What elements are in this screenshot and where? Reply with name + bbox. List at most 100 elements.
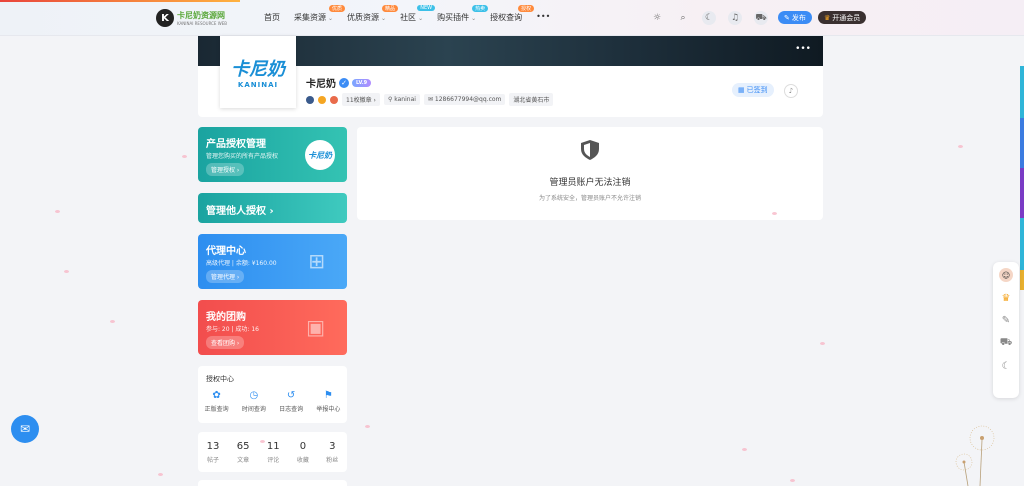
medal-icon	[306, 95, 314, 104]
chevron-down-icon: ⌄	[471, 15, 477, 22]
top-header: K 卡尼奶资源网 KANINAI RESOURCE WEB 首页 采集资源 ⌄ 优质优…	[0, 0, 1024, 36]
manage-auth-button[interactable]: 管理授权 ›	[206, 163, 245, 176]
lightbulb-icon[interactable]: ☼	[650, 11, 664, 25]
petal-decoration	[110, 320, 115, 323]
agent-center-card[interactable]: 代理中心 高级代理 | 余额: ¥160.00 管理代理 › ⊞	[198, 234, 347, 289]
stat-item-0[interactable]: 13 帖子	[207, 441, 220, 464]
nav-item-0[interactable]: 首页	[264, 12, 280, 23]
auth-center-title: 授权中心	[206, 375, 234, 383]
nav-item-2[interactable]: 优质资源 ⌄ 精品	[347, 5, 399, 23]
search-icon[interactable]: ⌕	[676, 11, 690, 25]
logo-text: 卡尼奶资源网	[177, 11, 225, 20]
logo-mark-icon: K	[156, 9, 174, 27]
main-nav: 首页 采集资源 ⌄ 优质 优质资源 ⌄ 精品 社区 ⌄ NEW 购买插件 ⌄ 热卖 授权查询 授权 •••	[264, 5, 550, 23]
cart-icon[interactable]: ⛟	[754, 11, 768, 25]
nav-item-4[interactable]: 购买插件 ⌄ 热卖	[437, 5, 489, 23]
nav-item-label: 购买插件	[437, 13, 470, 22]
view-group-button[interactable]: 查看团购 ›	[206, 336, 245, 349]
chat-bubble-icon[interactable]: ✉	[11, 415, 39, 443]
group-buy-card[interactable]: 我的团购 参与: 20 | 成功: 16 查看团购 › ▣	[198, 300, 347, 355]
petal-decoration	[772, 212, 777, 215]
nav-item-5[interactable]: 授权查询 授权	[490, 5, 535, 23]
bell-icon[interactable]: ♫	[728, 11, 742, 25]
chevron-down-icon: ⌄	[328, 15, 334, 22]
nav-item-label: 首页	[264, 13, 280, 22]
stat-item-1[interactable]: 65 文章	[237, 441, 250, 464]
group-buy-title: 我的团购	[206, 312, 246, 323]
auth-item-icon: ⚑	[323, 390, 333, 401]
product-auth-sub: 管理您购买的所有产品授权	[206, 153, 279, 160]
auth-center-item-1[interactable]: ◷ 时间查询	[242, 390, 266, 413]
nav-item-label: 优质资源	[347, 13, 380, 22]
manage-agent-button[interactable]: 管理代理 ›	[206, 270, 245, 283]
agent-center-sub: 高级代理 | 余额: ¥160.00	[206, 260, 277, 267]
stat-number: 13	[206, 440, 220, 452]
nav-item-label: •••	[536, 12, 551, 21]
nav-badge: 优质	[329, 5, 346, 12]
moon-icon[interactable]: ☾	[1002, 361, 1011, 372]
nav-item-6[interactable]: •••	[536, 12, 550, 23]
petal-decoration	[64, 270, 69, 273]
verified-icon: ✓	[339, 77, 349, 88]
level-badge: LV.9	[352, 78, 372, 87]
stat-number: 3	[329, 440, 336, 452]
notice-subtitle: 为了系统安全，管理员账户不允许注销	[538, 195, 641, 202]
badges-count[interactable]: 11枚徽章 ›	[342, 93, 380, 106]
gift-icon: ▣	[306, 315, 325, 339]
crown-medal-icon	[318, 95, 326, 104]
floating-toolbar: ☺ ♛ ✎ ⛟ ☾	[993, 262, 1019, 398]
stat-number: 0	[299, 440, 307, 452]
stat-item-3[interactable]: 0 收藏	[297, 441, 309, 464]
account-notice-panel: 管理员账户无法注销 为了系统安全，管理员账户不允许注销	[357, 127, 823, 220]
nav-badge: 热卖	[472, 5, 489, 12]
email-pill: ✉ 1286677994@qq.com	[423, 94, 506, 105]
product-auth-card[interactable]: 产品授权管理 管理您购买的所有产品授权 管理授权 › 卡尼奶	[198, 127, 347, 182]
dandelion-decoration	[955, 425, 995, 486]
auth-center-panel: 授权中心 ✿ 正版查询 ◷ 时间查询 ↺ 日志查询 ⚑ 举报中心	[198, 366, 347, 423]
nav-item-label: 授权查询	[490, 13, 523, 22]
org-chart-icon: ⊞	[308, 249, 325, 273]
auth-center-item-0[interactable]: ✿ 正版查询	[205, 390, 229, 413]
auth-item-icon: ◷	[249, 390, 259, 401]
auth-item-icon: ↺	[286, 390, 296, 401]
stat-label: 收藏	[296, 456, 309, 464]
nav-item-1[interactable]: 采集资源 ⌄ 优质	[294, 5, 346, 23]
stat-number: 65	[236, 440, 250, 452]
edge-strip-cyan-2	[1020, 218, 1024, 270]
stat-label: 帖子	[207, 456, 220, 464]
publish-button[interactable]: ✎ 发布	[778, 11, 812, 24]
petal-decoration	[742, 448, 747, 451]
vip-button[interactable]: ♛ 开通会员	[818, 11, 867, 24]
site-logo[interactable]: K 卡尼奶资源网 KANINAI RESOURCE WEB	[156, 9, 227, 27]
checkin-button[interactable]: ▦ 已签到	[732, 83, 774, 97]
user-stats-panel: 13 帖子 65 文章 11 评论 0 收藏 3 粉丝	[198, 432, 347, 472]
crown-icon[interactable]: ♛	[1002, 293, 1011, 304]
auth-center-item-3[interactable]: ⚑ 举报中心	[316, 390, 340, 413]
nav-item-3[interactable]: 社区 ⌄ NEW	[400, 5, 436, 23]
auth-item-label: 举报中心	[316, 406, 341, 413]
manage-others-title: 管理他人授权 ›	[206, 206, 274, 217]
nav-item-label: 采集资源	[294, 13, 326, 22]
pencil-icon[interactable]: ✎	[1002, 315, 1010, 326]
mascot-avatar-icon[interactable]: ☺	[999, 268, 1013, 282]
petal-decoration	[182, 155, 187, 158]
more-icon[interactable]: •••	[795, 44, 811, 54]
auth-center-item-2[interactable]: ↺ 日志查询	[279, 390, 303, 413]
vip-label: 开通会员	[832, 13, 861, 22]
nav-badge: 精品	[382, 5, 399, 12]
auth-item-label: 正版查询	[204, 406, 229, 413]
cart-icon[interactable]: ⛟	[1000, 337, 1013, 350]
moon-icon[interactable]: ☾	[702, 11, 716, 25]
stat-item-2[interactable]: 11 评论	[267, 441, 280, 464]
stat-number: 11	[266, 440, 280, 452]
profile-meta: 11枚徽章 › ⚲ kaninai ✉ 1286677994@qq.com 湖北…	[306, 93, 554, 106]
notify-bell-icon[interactable]: ♪	[784, 84, 798, 98]
manage-others-card[interactable]: 管理他人授权 ›	[198, 193, 347, 223]
avatar-logo-cn: 卡尼奶	[231, 59, 285, 80]
chevron-down-icon: ⌄	[381, 15, 387, 22]
auth-item-icon: ✿	[212, 390, 221, 401]
auth-item-label: 时间查询	[241, 406, 266, 413]
avatar[interactable]: 卡尼奶 KANINAI	[220, 36, 296, 108]
petal-decoration	[790, 479, 795, 482]
stat-item-4[interactable]: 3 粉丝	[326, 441, 338, 464]
